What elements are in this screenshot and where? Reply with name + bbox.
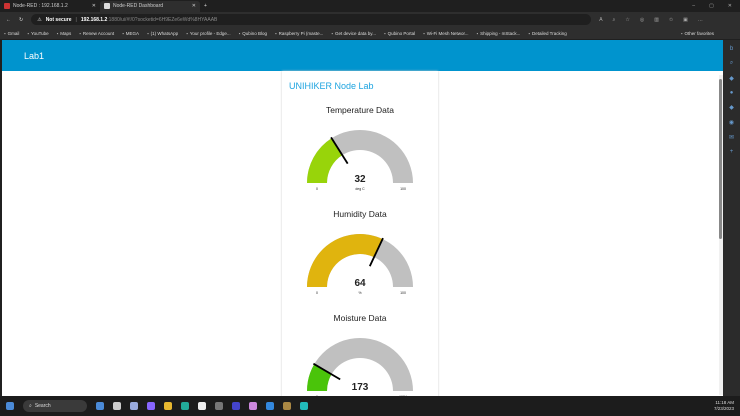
games-icon[interactable]: ◆ bbox=[729, 104, 734, 111]
bookmark-item[interactable]: Gmail bbox=[4, 31, 20, 36]
chat-icon[interactable] bbox=[147, 402, 155, 410]
refresh-icon[interactable]: ↻ bbox=[19, 17, 23, 23]
gauge-title: Moisture Data bbox=[333, 313, 387, 323]
bookmark-item[interactable]: Renew Account bbox=[79, 31, 114, 36]
bookmark-item[interactable]: (1) WhatsApp bbox=[147, 31, 179, 36]
tab-label: Node-RED Dashboard bbox=[113, 3, 164, 9]
gauge-fill bbox=[307, 234, 383, 287]
tag-icon[interactable]: ◆ bbox=[729, 75, 734, 82]
tab-label: Node-RED : 192.168.1.2 bbox=[13, 3, 68, 9]
other-favorites[interactable]: Other favorites bbox=[681, 31, 714, 36]
weather-icon[interactable] bbox=[130, 402, 138, 410]
node-red-icon bbox=[104, 3, 110, 9]
people-icon[interactable]: ● bbox=[730, 90, 734, 96]
bing-icon[interactable]: b bbox=[730, 46, 733, 52]
app-icon[interactable] bbox=[300, 402, 308, 410]
back-icon[interactable]: ← bbox=[6, 17, 11, 23]
tab-dashboard[interactable]: Node-RED Dashboard ✕ bbox=[100, 0, 200, 12]
app-icon[interactable] bbox=[232, 402, 240, 410]
new-tab-icon[interactable]: + bbox=[200, 3, 207, 9]
bookmark-item[interactable]: Qubino Portal bbox=[384, 31, 416, 36]
store-icon[interactable] bbox=[198, 402, 206, 410]
security-label: Not secure bbox=[45, 16, 72, 23]
clock[interactable]: 11:18 AM 7/23/2023 bbox=[714, 400, 734, 412]
gauge-title: Humidity Data bbox=[333, 209, 387, 219]
app-icon[interactable] bbox=[249, 402, 257, 410]
more-icon[interactable]: … bbox=[698, 17, 703, 23]
bookmark-item[interactable]: Wi-Fi Mesh Networ... bbox=[423, 31, 469, 36]
app-icon[interactable] bbox=[96, 402, 104, 410]
url-host: 192.168.1.2 bbox=[80, 16, 108, 23]
gauge: 17301024 bbox=[307, 338, 413, 396]
gauge-max: 100 bbox=[400, 187, 406, 191]
collections-icon[interactable]: ▣ bbox=[683, 17, 688, 23]
tab-node-red[interactable]: Node-RED : 192.168.1.2 ✕ bbox=[0, 1, 100, 12]
maximize-icon[interactable]: ▢ bbox=[709, 3, 714, 9]
app-icon[interactable] bbox=[266, 402, 274, 410]
tab-strip: Node-RED : 192.168.1.2 ✕ Node-RED Dashboa… bbox=[0, 0, 740, 12]
app-icon[interactable] bbox=[283, 402, 291, 410]
office-icon[interactable]: ◉ bbox=[729, 119, 734, 126]
gauge-value: 64 bbox=[354, 278, 366, 289]
split-screen-icon[interactable]: ▥ bbox=[654, 17, 659, 23]
bookmark-item[interactable]: MEGA bbox=[122, 31, 139, 36]
edge-sidebar: b ⌕ ◆ ● ◆ ◉ ✉ + bbox=[723, 40, 740, 396]
read-aloud-icon[interactable]: A bbox=[599, 17, 602, 23]
edge-icon[interactable] bbox=[181, 402, 189, 410]
gauge-min: 0 bbox=[316, 187, 318, 191]
bookmark-item[interactable]: Your profile - Edge... bbox=[186, 31, 231, 36]
dashboard-page: Lab1 UNIHIKER Node Lab Temperature Data 3… bbox=[2, 40, 723, 396]
bookmark-item[interactable]: Shipping - mStack... bbox=[477, 31, 520, 36]
taskbar-search[interactable]: ⌕ Search bbox=[23, 400, 87, 412]
extension-icon[interactable]: ◎ bbox=[640, 17, 644, 23]
taskbar: ⌕ Search 11:18 AM 7/23/2023 bbox=[0, 396, 740, 416]
favorite-star-icon[interactable]: ☆ bbox=[625, 17, 629, 23]
bookmark-item[interactable]: Raspberry Pi (maste... bbox=[275, 31, 324, 36]
dashboard-header: Lab1 bbox=[2, 40, 723, 71]
scrollbar-thumb[interactable] bbox=[719, 79, 722, 239]
search-label: Search bbox=[34, 403, 51, 409]
url-input[interactable]: ⚠ Not secure | 192.168.1.2:1880/ui/#!/0?soc… bbox=[31, 14, 592, 25]
close-window-icon[interactable]: ✕ bbox=[728, 3, 732, 9]
search-icon: ⌕ bbox=[29, 403, 32, 409]
close-icon[interactable]: ✕ bbox=[192, 3, 196, 9]
gauge-value: 32 bbox=[354, 174, 366, 185]
gauge-units: % bbox=[358, 291, 361, 295]
app-icon[interactable] bbox=[215, 402, 223, 410]
minimize-icon[interactable]: – bbox=[692, 3, 695, 9]
outlook-icon[interactable]: ✉ bbox=[729, 134, 734, 141]
bookmark-item[interactable]: Qubino Blog bbox=[239, 31, 267, 36]
gauge-min: 0 bbox=[316, 291, 318, 295]
warning-icon: ⚠ bbox=[37, 16, 42, 23]
group-title: UNIHIKER Node Lab bbox=[289, 81, 374, 91]
gauge: 32 deg C 0 100 bbox=[307, 130, 413, 191]
start-icon[interactable] bbox=[6, 402, 14, 410]
page-title: Lab1 bbox=[24, 50, 45, 61]
favorites-icon[interactable]: ✩ bbox=[669, 17, 673, 23]
bookmarks-bar: Gmail YouTube Maps Renew Account MEGA (1) Wha… bbox=[0, 27, 740, 39]
task-view-icon[interactable] bbox=[113, 402, 121, 410]
node-red-icon bbox=[4, 3, 10, 9]
add-icon[interactable]: + bbox=[730, 149, 734, 155]
date: 7/23/2023 bbox=[713, 406, 734, 411]
address-bar-row: ← ↻ ⚠ Not secure | 192.168.1.2:1880/ui/#!/0… bbox=[0, 12, 740, 27]
bookmark-item[interactable]: Get device data by... bbox=[331, 31, 376, 36]
gauge: 64% 0 100 bbox=[307, 234, 413, 295]
bookmark-item[interactable]: YouTube bbox=[27, 31, 49, 36]
gauge-max: 100 bbox=[400, 291, 406, 295]
zoom-icon[interactable]: ⌕ bbox=[613, 17, 616, 23]
file-explorer-icon[interactable] bbox=[164, 402, 172, 410]
bookmark-item[interactable]: Maps bbox=[57, 31, 71, 36]
close-icon[interactable]: ✕ bbox=[92, 3, 96, 9]
gauge-value: 173 bbox=[352, 382, 369, 393]
gauge-title: Temperature Data bbox=[325, 105, 395, 115]
url-path: :1880/ui/#!/0?socketid=6H9EZe6eWd%8HYAAA… bbox=[107, 16, 218, 23]
gauge-units: deg C bbox=[355, 187, 365, 191]
group-card: UNIHIKER Node Lab Temperature Data 32 deg … bbox=[282, 71, 438, 396]
bookmark-item[interactable]: Detailed Tracking bbox=[528, 31, 567, 36]
search-icon[interactable]: ⌕ bbox=[730, 60, 733, 67]
